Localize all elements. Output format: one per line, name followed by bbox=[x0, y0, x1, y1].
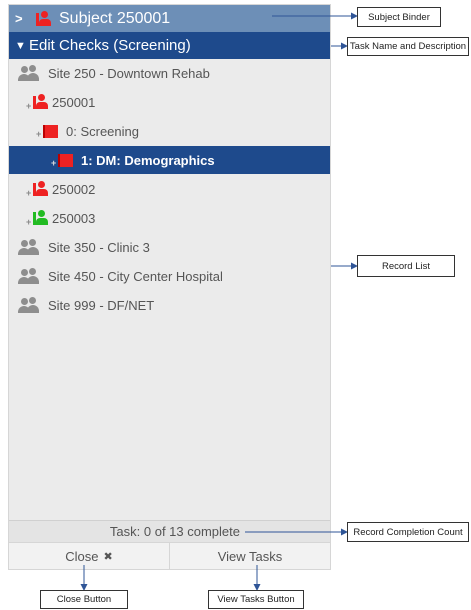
callout-view-tasks-button: View Tasks Button bbox=[208, 590, 304, 609]
callout-completion-count: Record Completion Count bbox=[347, 522, 469, 542]
annotation-arrows bbox=[80, 12, 358, 591]
callout-record-list: Record List bbox=[357, 255, 455, 277]
callout-task-name: Task Name and Description bbox=[347, 37, 469, 56]
callout-subject-binder: Subject Binder bbox=[357, 7, 441, 27]
callout-close-button: Close Button bbox=[40, 590, 128, 609]
